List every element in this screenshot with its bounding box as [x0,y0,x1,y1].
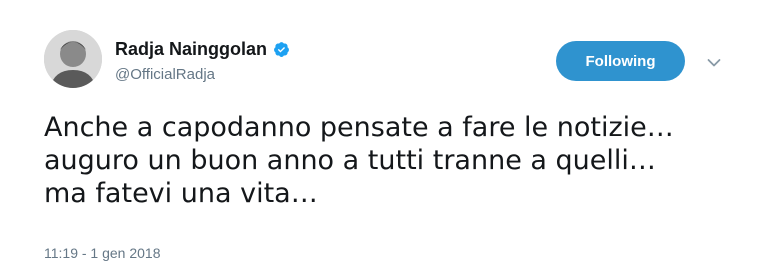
tweet-text-line: auguro un buon anno a tutti tranne a que… [44,145,656,176]
tweet-text-line: ma fatevi una vita… [44,178,318,209]
verified-badge-icon [273,41,290,58]
author-name-row: Radja Nainggolan [115,38,290,60]
author-handle[interactable]: @OfficialRadja [115,66,215,84]
author-display-name[interactable]: Radja Nainggolan [115,38,267,60]
profile-photo-icon [44,30,102,88]
tweet-text: Anche a capodanno pensate a fare le noti… [44,111,744,210]
chevron-down-icon[interactable] [707,55,721,67]
tweet-timestamp[interactable]: 11:19 - 1 gen 2018 [44,245,161,261]
avatar[interactable] [44,30,102,88]
following-button[interactable]: Following [556,41,685,81]
tweet-card: Radja Nainggolan @OfficialRadja Followin… [0,0,767,276]
tweet-text-line: Anche a capodanno pensate a fare le noti… [44,112,674,143]
